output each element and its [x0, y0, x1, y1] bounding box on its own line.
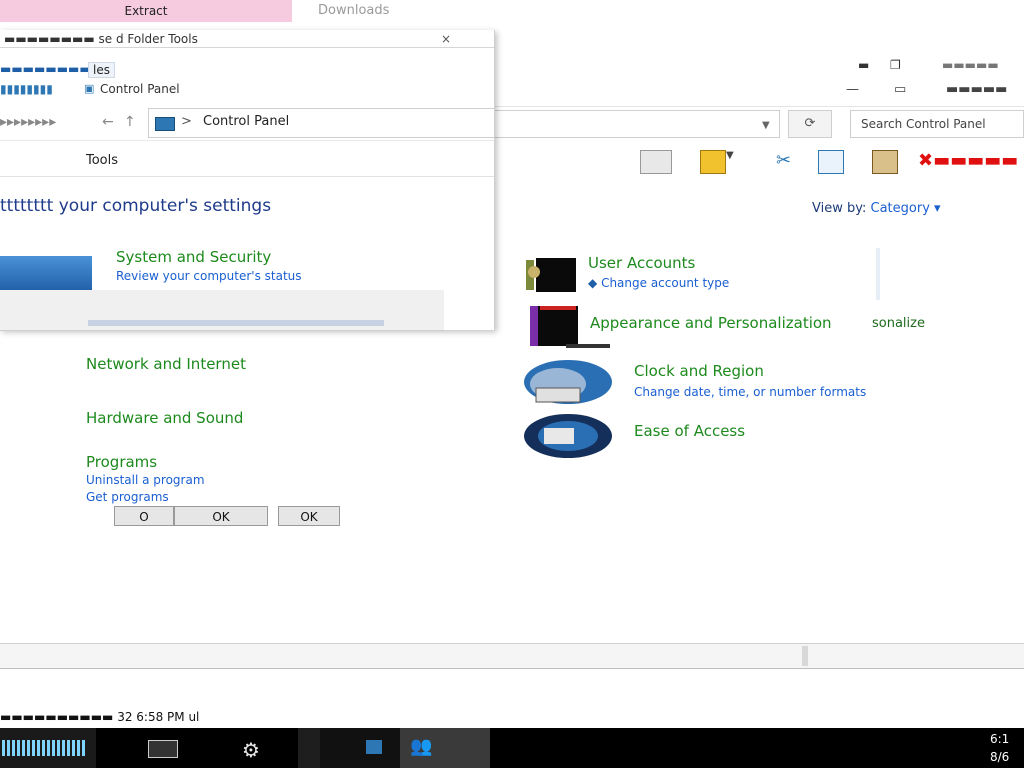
- user-accounts-icon: [526, 258, 576, 292]
- address-field[interactable]: > Control Panel: [148, 108, 494, 138]
- refresh-button[interactable]: ⟳: [788, 110, 832, 138]
- window2-title: ▮▮▮▮▮▮▮▮ ▣ Control Panel: [0, 78, 494, 102]
- separator: [876, 248, 880, 300]
- scroll-thumb[interactable]: [802, 646, 808, 666]
- tab-downloads[interactable]: Downloads: [292, 0, 592, 22]
- view-by-value[interactable]: Category: [871, 201, 930, 216]
- tab-extract[interactable]: Extract: [0, 0, 292, 22]
- taskbar-clock[interactable]: 6:1 8/6: [990, 730, 1009, 766]
- history-icon[interactable]: ▸▸▸▸▸▸▸▸: [0, 114, 56, 130]
- category-link[interactable]: sonalize: [872, 316, 925, 331]
- dialog-overlay: [0, 290, 444, 331]
- taskbar-app-window[interactable]: [96, 728, 196, 768]
- taskbar-app-explorer[interactable]: [320, 728, 400, 768]
- taskbar-app-settings[interactable]: ⚙: [196, 728, 296, 768]
- category-title[interactable]: Ease of Access: [634, 422, 745, 440]
- taskbar: ⚙ 👥 6:1 8/6: [0, 728, 1024, 768]
- clock-region-icon: [524, 360, 612, 404]
- folder-window: ▬▬▬▬▬▬▬▬ se d Folder Tools × ▬▬▬▬▬▬▬▬ le…: [0, 30, 495, 330]
- up-icon[interactable]: ↑: [124, 114, 136, 130]
- ribbon: ▬▬▬▬▬▬▬▬ les: [0, 62, 494, 78]
- pane-icon[interactable]: [640, 150, 672, 174]
- folder-icon: [366, 740, 382, 754]
- ribbon-tabs[interactable]: ▬▬▬▬▬▬▬▬: [0, 62, 91, 76]
- close-icon[interactable]: ▬▬▬▬▬: [946, 82, 1007, 97]
- toolbar: ▼ ✂ ✖▬▬▬▬▬: [494, 146, 1024, 176]
- close-icon[interactable]: ▬▬▬▬▬: [942, 58, 999, 72]
- delete-icon[interactable]: ✖▬▬▬▬▬: [918, 150, 1024, 172]
- ok-button[interactable]: OK: [174, 506, 268, 526]
- system-security-icon: [0, 256, 92, 292]
- control-panel-icon: ▣: [84, 82, 95, 95]
- category-title[interactable]: Clock and Region: [634, 362, 764, 380]
- shield-icon: ◆: [588, 276, 598, 290]
- status-bar: [0, 643, 1024, 669]
- window2-title-text: Control Panel: [100, 82, 180, 96]
- category-programs[interactable]: Programs: [86, 453, 157, 471]
- maximize-icon[interactable]: ❐: [890, 58, 901, 72]
- start-icon: [2, 740, 86, 756]
- maximize-icon[interactable]: ▭: [894, 82, 906, 97]
- link-uninstall-program[interactable]: Uninstall a program: [86, 473, 205, 487]
- category-system-security[interactable]: System and Security: [116, 248, 271, 266]
- tools-menu[interactable]: Tools: [86, 153, 118, 168]
- navigation-bar: ▸▸▸▸▸▸▸▸ ← ↑ > Control Panel: [0, 108, 494, 141]
- divider: [0, 176, 494, 177]
- taskbar-separator: [298, 728, 320, 768]
- cut-icon[interactable]: ✂: [776, 150, 800, 172]
- category-link[interactable]: Change date, time, or number formats: [634, 385, 866, 399]
- chevron-down-icon[interactable]: ▼: [726, 150, 740, 172]
- view-by-label: View by:: [812, 201, 867, 216]
- clock-time: 6:1: [990, 732, 1010, 746]
- taskbar-app-users[interactable]: 👥: [400, 728, 490, 768]
- folder-icon[interactable]: [700, 150, 726, 174]
- view-by-control[interactable]: View by: Category ▾: [812, 201, 941, 216]
- category-link[interactable]: Review your computer's status: [116, 269, 302, 283]
- window-icon: [148, 740, 178, 758]
- category-network-internet[interactable]: Network and Internet: [86, 355, 246, 373]
- paste-icon[interactable]: [872, 150, 898, 174]
- link-get-programs[interactable]: Get programs: [86, 490, 169, 504]
- minimize-icon[interactable]: —: [846, 82, 859, 97]
- ok-button[interactable]: OK: [278, 506, 340, 526]
- chevron-down-icon[interactable]: ▼: [762, 120, 770, 131]
- search-input[interactable]: Search Control Panel: [850, 110, 1024, 138]
- address-bar: ▼ ⟳ Search Control Panel: [494, 108, 1024, 140]
- control-panel-icon: [155, 117, 175, 131]
- ease-of-access-icon: [524, 414, 612, 458]
- address-field[interactable]: [494, 110, 780, 138]
- page-title: tttttttt your computer's settings: [0, 196, 272, 216]
- refresh-icon: ⟳: [804, 116, 816, 131]
- quick-access-icons[interactable]: ▮▮▮▮▮▮▮▮: [0, 78, 53, 100]
- start-button[interactable]: [0, 728, 96, 768]
- back-icon[interactable]: ←: [102, 114, 114, 130]
- minimize-icon[interactable]: ▬: [858, 58, 869, 72]
- window-title: ▬▬▬▬▬▬▬▬ se d Folder Tools: [0, 30, 494, 48]
- copy-icon[interactable]: [818, 150, 844, 174]
- category-title[interactable]: Appearance and Personalization: [590, 314, 832, 332]
- breadcrumb[interactable]: Control Panel: [203, 114, 289, 129]
- ok-button[interactable]: O: [114, 506, 174, 526]
- chevron-down-icon[interactable]: ▾: [934, 201, 941, 216]
- ghost-link: [88, 320, 384, 326]
- status-line: ▬▬▬▬▬▬▬▬▬▬ 32 6:58 PM ul: [0, 710, 200, 724]
- ribbon-tab[interactable]: les: [88, 62, 115, 78]
- close-icon[interactable]: ×: [436, 30, 456, 48]
- category-hardware-sound[interactable]: Hardware and Sound: [86, 409, 243, 427]
- category-link[interactable]: ◆ Change account type: [588, 276, 729, 290]
- people-icon: 👥: [410, 736, 433, 757]
- gear-icon: ⚙: [242, 738, 260, 762]
- breadcrumb-separator: >: [181, 114, 192, 129]
- clock-date: 8/6: [990, 750, 1010, 764]
- category-title[interactable]: User Accounts: [588, 254, 695, 272]
